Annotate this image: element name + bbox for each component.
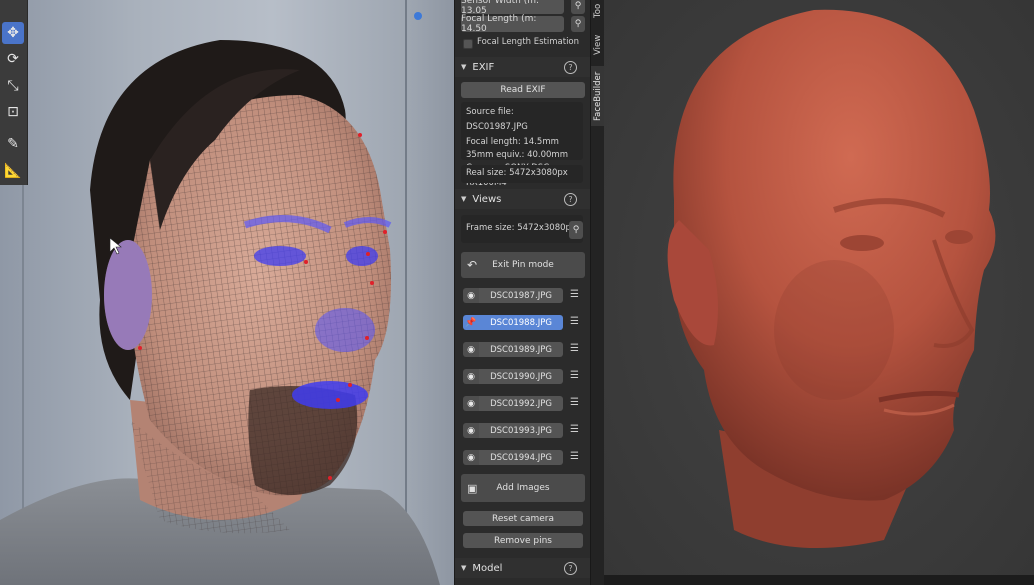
model-section-header[interactable]: ▼ Model ? — [455, 558, 591, 578]
focal-length-estimation-checkbox[interactable] — [463, 39, 473, 49]
exit-pin-mode-button[interactable]: ↶ Exit Pin mode — [461, 252, 585, 278]
scale-icon[interactable]: ⤡ — [2, 75, 24, 97]
view-item[interactable]: ◉ DSC01987.JPG ☰ — [463, 288, 589, 305]
view-item[interactable]: ◉ DSC01992.JPG ☰ — [463, 396, 589, 413]
read-exif-label: Read EXIF — [500, 85, 546, 95]
help-icon[interactable]: ? — [564, 562, 577, 575]
view-item-label[interactable]: DSC01988.JPG — [479, 315, 563, 330]
exif-source-file: Source file: DSC01987.JPG — [466, 107, 528, 132]
collapse-triangle-icon: ▼ — [461, 564, 467, 572]
view-item-label[interactable]: DSC01992.JPG — [479, 396, 563, 411]
eye-icon[interactable]: ◉ — [463, 423, 479, 438]
help-icon[interactable]: ? — [564, 193, 577, 206]
viewport-indicator — [414, 12, 422, 20]
sensor-width-pick-icon[interactable]: ⚲ — [571, 0, 585, 14]
read-exif-button[interactable]: Read EXIF — [461, 82, 585, 98]
model-header-label: Model — [472, 562, 503, 574]
hamburger-icon[interactable]: ☰ — [569, 451, 580, 463]
frame-size-pick-icon[interactable]: ⚲ — [569, 221, 583, 239]
focal-length-label: Focal Length (m: 14.50 — [461, 14, 537, 34]
reset-camera-button[interactable]: Reset camera — [463, 511, 583, 526]
focal-length-estimation-label: Focal Length Estimation — [477, 37, 580, 47]
exif-info-box: Source file: DSC01987.JPG Focal length: … — [461, 102, 583, 188]
frame-size-label: Frame size: 5472x3080p — [466, 223, 571, 233]
frame-size-box: Frame size: 5472x3080p — [461, 215, 583, 243]
tab-view[interactable]: View — [591, 28, 605, 62]
view-item[interactable]: ◉ DSC01994.JPG ☰ — [463, 450, 589, 467]
remove-pins-button[interactable]: Remove pins — [463, 533, 583, 548]
add-images-button[interactable]: ▣ Add Images — [461, 474, 585, 502]
view-item-label[interactable]: DSC01993.JPG — [479, 423, 563, 438]
view-item[interactable]: ◉ DSC01993.JPG ☰ — [463, 423, 589, 440]
photo-with-face-mesh — [0, 40, 440, 585]
3d-head-viewport[interactable] — [604, 0, 1034, 585]
exif-section-header[interactable]: ▼ EXIF ? — [455, 57, 591, 77]
view-item[interactable]: ◉ DSC01990.JPG ☰ — [463, 369, 589, 386]
exif-real-size: Real size: 5472x3080px — [466, 168, 568, 178]
remove-pins-label: Remove pins — [494, 535, 552, 546]
focal-length-field[interactable]: Focal Length (m: 14.50 — [461, 14, 564, 34]
view-item-active[interactable]: 📌 DSC01988.JPG ☰ — [463, 315, 589, 332]
collapse-triangle-icon: ▼ — [461, 63, 467, 71]
exif-real-size-box: Real size: 5472x3080px — [461, 165, 583, 183]
hamburger-icon[interactable]: ☰ — [569, 370, 580, 382]
eye-icon[interactable]: ◉ — [463, 396, 479, 411]
photo-viewport[interactable]: ✥ ⟳ ⤡ ⊡ ✎ 📐 — [0, 0, 454, 585]
image-icon: ▣ — [467, 481, 478, 495]
eye-icon[interactable]: ◉ — [463, 450, 479, 465]
eye-icon[interactable]: ◉ — [463, 342, 479, 357]
hamburger-icon[interactable]: ☰ — [569, 316, 580, 328]
transform-icon[interactable]: ⊡ — [2, 101, 24, 123]
pin-icon[interactable]: 📌 — [463, 315, 479, 330]
undo-arrow-icon: ↶ — [467, 258, 478, 272]
sidebar-tabs: Too View FaceBuilder — [590, 0, 605, 585]
hamburger-icon[interactable]: ☰ — [569, 289, 580, 301]
view-item-label[interactable]: DSC01990.JPG — [479, 369, 563, 384]
head-model-render — [604, 0, 1034, 585]
hamburger-icon[interactable]: ☰ — [569, 343, 580, 355]
rotate-icon[interactable]: ⟳ — [2, 48, 24, 70]
add-images-label: Add Images — [496, 483, 550, 493]
eye-icon[interactable]: ◉ — [463, 369, 479, 384]
exif-header-label: EXIF — [472, 61, 495, 73]
views-header-label: Views — [472, 193, 502, 205]
move-icon[interactable]: ✥ — [2, 22, 24, 44]
view-item-label[interactable]: DSC01994.JPG — [479, 450, 563, 465]
view-item[interactable]: ◉ DSC01989.JPG ☰ — [463, 342, 589, 359]
eye-icon[interactable]: ◉ — [463, 288, 479, 303]
reset-camera-label: Reset camera — [492, 513, 554, 524]
left-toolbar: ✥ ⟳ ⤡ ⊡ ✎ 📐 — [0, 0, 28, 185]
exit-pin-mode-label: Exit Pin mode — [492, 260, 554, 270]
tab-facebuilder[interactable]: FaceBuilder — [591, 66, 605, 126]
focal-length-pick-icon[interactable]: ⚲ — [571, 16, 585, 32]
view-item-label[interactable]: DSC01989.JPG — [479, 342, 563, 357]
measure-icon[interactable]: 📐 — [2, 160, 24, 182]
view-item-label[interactable]: DSC01987.JPG — [479, 288, 563, 303]
collapse-triangle-icon: ▼ — [461, 195, 467, 203]
hamburger-icon[interactable]: ☰ — [569, 424, 580, 436]
help-icon[interactable]: ? — [564, 61, 577, 74]
hamburger-icon[interactable]: ☰ — [569, 397, 580, 409]
sensor-width-field[interactable]: Sensor Width (m: 13.05 — [461, 0, 564, 16]
facebuilder-panel: Sensor Width (m: 13.05 ⚲ Focal Length (m… — [454, 0, 591, 585]
annotate-icon[interactable]: ✎ — [2, 133, 24, 155]
viewport-bottom-strip — [604, 575, 1034, 585]
tab-tool[interactable]: Too — [591, 0, 605, 22]
views-section-header[interactable]: ▼ Views ? — [455, 189, 591, 209]
